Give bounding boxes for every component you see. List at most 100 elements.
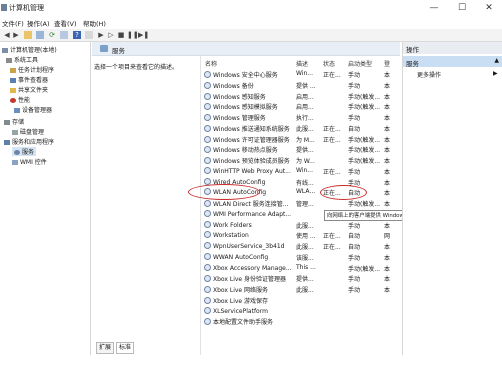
service-status: 正在... — [323, 136, 341, 144]
play-alt-icon[interactable]: ▷ — [107, 31, 115, 39]
column-header-description[interactable]: 描述 — [296, 59, 308, 68]
pause-icon[interactable]: ❚❚ — [127, 31, 139, 39]
service-name: Windows 预览体验成员服务 — [204, 156, 294, 165]
service-name: Windows 感知服务 — [204, 92, 294, 101]
folder-icon — [10, 88, 16, 93]
gear-icon — [204, 124, 211, 132]
service-name: Windows 备份 — [204, 81, 294, 90]
service-name-text: WpnUserService_3b41d — [213, 243, 285, 250]
column-header-logon[interactable]: 登 — [384, 59, 390, 68]
service-name: Xbox Live 身份验证管理器 — [204, 274, 294, 283]
computer-management-icon — [1, 4, 7, 11]
help-icon[interactable]: ? — [73, 31, 81, 39]
tree-item-root[interactable]: 计算机管理(本地) — [2, 45, 57, 54]
column-header-startup[interactable]: 启动类型 — [348, 59, 372, 68]
pane-header: 服务 — [92, 42, 400, 56]
service-description: Win... — [296, 70, 313, 77]
service-description: 启用... — [296, 93, 314, 101]
window-title: 计算机管理 — [9, 4, 44, 12]
service-startup: 手动 — [348, 115, 361, 122]
service-startup: 手动 — [348, 222, 361, 230]
tab-extended[interactable]: 扩展 — [96, 342, 115, 354]
service-status: 正在... — [323, 233, 341, 241]
service-description: WLA... — [296, 188, 316, 196]
refresh-icon[interactable]: ⟳ — [48, 31, 56, 39]
column-header-status[interactable]: 状态 — [323, 59, 335, 68]
title-bar: 计算机管理 — ☐ ✕ — [0, 0, 502, 16]
close-button[interactable]: ✕ — [476, 1, 502, 15]
menu-view[interactable]: 查看(V) — [54, 18, 77, 28]
column-header-name[interactable]: 名称 — [205, 59, 217, 68]
service-description: 管理... — [296, 201, 314, 208]
gear-icon — [204, 92, 211, 100]
service-startup: 手动(触发... — [348, 93, 381, 101]
annotation-circle-status — [320, 185, 367, 200]
stop-icon[interactable]: ■ — [117, 31, 125, 39]
menu-help[interactable]: 帮助(H) — [83, 18, 106, 28]
service-name: 本地配置文件助手服务 — [204, 317, 294, 326]
annotation-circle-wlan — [188, 184, 260, 200]
service-description: 该服... — [296, 254, 314, 262]
service-name-text: Workstation — [213, 232, 249, 240]
clock-icon — [10, 68, 16, 73]
services-apps-icon — [4, 140, 10, 145]
service-status: 正在... — [323, 244, 341, 251]
play-icon[interactable]: ▶ — [97, 31, 105, 39]
tree-item-performance[interactable]: 性能 — [10, 95, 30, 104]
properties-icon[interactable] — [36, 31, 44, 39]
service-startup: 手动 — [348, 72, 361, 79]
console-icon[interactable] — [85, 31, 93, 39]
service-startup: 手动(触发... — [348, 104, 381, 112]
minimize-button[interactable]: — — [421, 1, 447, 15]
maximize-button[interactable]: ☐ — [449, 1, 475, 15]
forward-icon[interactable]: ▶ — [12, 31, 20, 39]
service-description: 为 W... — [296, 158, 315, 165]
folder-icon[interactable] — [24, 31, 32, 39]
service-name: WMI Performance Adapt... — [204, 209, 294, 218]
gear-icon — [204, 200, 211, 207]
actions-section-services[interactable]: 服务 ▲ — [403, 56, 502, 68]
tree-item-disk-management[interactable]: 磁盘管理 — [12, 127, 44, 136]
tree-item-services[interactable]: 服务 — [12, 147, 37, 156]
tree-item-storage[interactable]: 存储 — [4, 117, 24, 126]
gear-icon — [204, 135, 211, 143]
service-name: Xbox Live 网络服务 — [204, 285, 294, 294]
service-startup: 手动 — [348, 287, 361, 294]
service-description: 使用 ... — [296, 233, 316, 241]
export-icon[interactable] — [60, 31, 68, 39]
service-name: WWAN AutoConfig — [204, 252, 294, 261]
service-startup: 手动(触发... — [348, 147, 381, 155]
service-description: 此服... — [296, 125, 314, 133]
tab-standard[interactable]: 标准 — [116, 342, 135, 354]
collapse-icon[interactable]: ▲ — [494, 57, 499, 64]
service-description: 此服... — [296, 244, 314, 251]
tree-item-wmi[interactable]: WMI 控件 — [12, 157, 47, 166]
service-name-text: Windows 移动热点服务 — [213, 147, 278, 155]
gear-icon — [204, 157, 211, 164]
service-status: 正在... — [323, 168, 341, 176]
service-name: Work Folders — [204, 220, 294, 229]
restart-icon[interactable]: ▶❚ — [138, 31, 149, 39]
tree-item-task-scheduler[interactable]: 任务计划程序 — [10, 65, 54, 74]
gear-icon — [204, 231, 211, 239]
performance-icon — [10, 98, 16, 103]
tree-item-services-apps[interactable]: 服务和应用程序 — [4, 137, 54, 146]
gear-icon — [14, 150, 20, 155]
service-description: 为 M... — [296, 136, 315, 144]
menu-action[interactable]: 操作(A) — [27, 18, 50, 28]
service-name-text: Windows 备份 — [213, 82, 254, 90]
gear-icon — [204, 275, 211, 283]
service-name: WLAN Direct 服务连接管... — [204, 199, 294, 208]
tree-item-device-manager[interactable]: 设备管理器 — [14, 105, 52, 114]
tree-item-shared-folders[interactable]: 共享文件夹 — [10, 85, 48, 94]
menu-file[interactable]: 文件(F) — [2, 18, 24, 28]
gear-icon — [204, 242, 211, 249]
tree-item-system-tools[interactable]: 系统工具 — [6, 55, 38, 64]
service-startup: 手动(触发... — [348, 265, 381, 273]
tree-item-event-viewer[interactable]: 事件查看器 — [10, 75, 48, 84]
navigation-tree: 计算机管理(本地) 系统工具 任务计划程序 事件查看器 共享文件夹 性能 设备管… — [0, 42, 91, 355]
more-actions-link[interactable]: 更多操作 ▶ — [417, 70, 498, 79]
service-name-text: Windows 安全中心服务 — [213, 72, 278, 79]
pane-title: 服务 — [112, 47, 125, 55]
back-icon[interactable]: ◀ — [3, 31, 11, 39]
